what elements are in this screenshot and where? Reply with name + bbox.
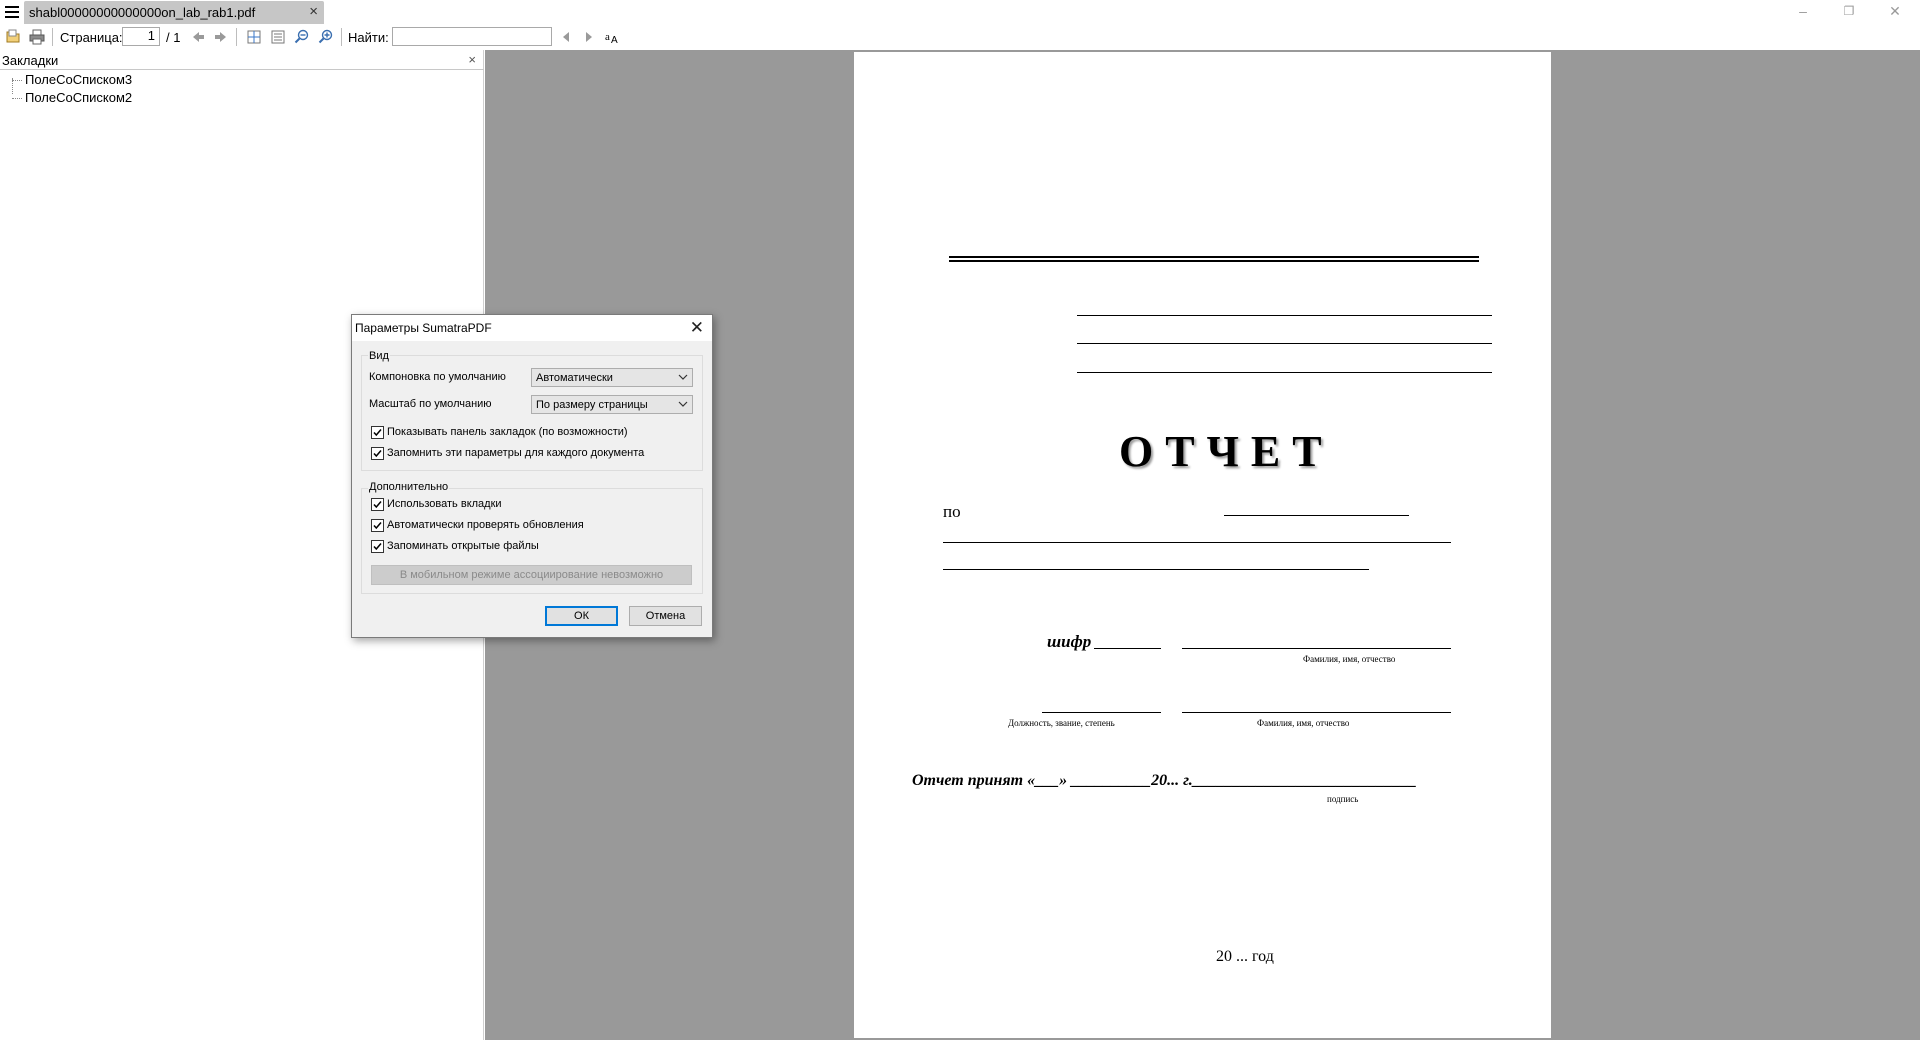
document-year: 20 ... год — [1216, 948, 1274, 965]
check-icon — [373, 501, 382, 509]
svg-text:a: a — [605, 31, 610, 43]
zoom-select[interactable]: По размеру страницы — [531, 395, 693, 414]
check-icon — [373, 429, 382, 437]
toolbar-separator — [236, 28, 237, 46]
file-association-button: В мобильном режиме ассоциирование невозм… — [371, 565, 692, 585]
dialog-title: Параметры SumatraPDF — [355, 321, 492, 335]
restore-button[interactable]: ❐ — [1826, 0, 1872, 22]
chevron-down-icon — [678, 401, 688, 407]
check-icon — [373, 543, 382, 551]
document-page: ОТЧЕТ по шифр Фамилия, имя, отчество Дол… — [854, 52, 1551, 1038]
blank-line — [1224, 515, 1409, 516]
layout-label: Компоновка по умолчанию — [369, 371, 506, 383]
dolzhnost-caption: Должность, звание, степень — [1008, 718, 1115, 728]
find-input[interactable] — [392, 27, 552, 46]
close-window-button[interactable]: ✕ — [1872, 0, 1918, 22]
sidebar-header: Закладки × — [0, 50, 484, 70]
title-bar: shabl00000000000000on_lab_rab1.pdf × – ❐… — [0, 0, 1920, 24]
cancel-button[interactable]: Отмена — [629, 606, 702, 626]
minimize-button[interactable]: – — [1780, 0, 1826, 22]
checkbox-checked[interactable] — [371, 519, 384, 532]
checkbox-checked[interactable] — [371, 426, 384, 439]
po-text: по — [943, 502, 961, 521]
dialog-close-icon[interactable]: ✕ — [690, 318, 704, 338]
check-icon — [373, 522, 382, 530]
bookmark-label: ПолеСоСписком2 — [25, 90, 133, 105]
toolbar-separator — [341, 28, 342, 46]
check-updates-label: Автоматически проверять обновления — [387, 519, 584, 531]
find-prev-icon[interactable] — [557, 28, 575, 46]
open-file-icon[interactable] — [4, 28, 22, 46]
view-group-label: Вид — [368, 350, 390, 362]
next-page-icon[interactable] — [212, 28, 230, 46]
fit-page-icon[interactable] — [245, 28, 263, 46]
check-icon — [373, 450, 382, 458]
prev-page-icon[interactable] — [189, 28, 207, 46]
zoom-out-icon[interactable] — [293, 28, 311, 46]
checkbox-checked[interactable] — [371, 498, 384, 511]
page-label: Страница: — [60, 30, 123, 45]
fit-width-icon[interactable] — [269, 28, 287, 46]
find-next-icon[interactable] — [580, 28, 598, 46]
print-icon[interactable] — [28, 28, 46, 46]
blank-line — [1077, 315, 1492, 316]
checkbox-checked[interactable] — [371, 540, 384, 553]
menu-icon[interactable] — [4, 4, 20, 20]
blank-line — [943, 569, 1369, 570]
toolbar: Страница: 1 / 1 Найти: aA — [0, 24, 1920, 50]
double-rule — [949, 260, 1479, 262]
blank-line — [1042, 712, 1161, 713]
ok-button[interactable]: ОК — [545, 606, 618, 626]
accepted-line: Отчет принят «___» __________20... г.___… — [912, 772, 1417, 789]
advanced-group-label: Дополнительно — [368, 481, 450, 493]
show-bookmarks-label: Показывать панель закладок (по возможнос… — [387, 426, 628, 438]
signature-caption: подпись — [1327, 794, 1359, 804]
match-case-icon[interactable]: aA — [604, 28, 622, 46]
remember-params-label: Запомнить эти параметры для каждого доку… — [387, 447, 645, 459]
options-dialog: Параметры SumatraPDF ✕ Вид Компоновка по… — [351, 314, 713, 638]
page-total: / 1 — [166, 30, 181, 45]
sidebar-title: Закладки — [2, 53, 59, 68]
shifr-text: шифр — [1047, 632, 1092, 651]
blank-line — [943, 542, 1451, 543]
find-label: Найти: — [348, 30, 389, 45]
page-number-input[interactable]: 1 — [122, 27, 160, 46]
remember-files-label: Запоминать открытые файлы — [387, 540, 539, 552]
chevron-down-icon — [678, 374, 688, 380]
bookmark-label: ПолеСоСписком3 — [25, 72, 133, 87]
double-rule — [949, 256, 1479, 258]
document-title: ОТЧЕТ — [1119, 427, 1334, 476]
layout-select[interactable]: Автоматически — [531, 368, 693, 387]
dialog-titlebar: Параметры SumatraPDF ✕ — [352, 315, 712, 341]
fio-caption: Фамилия, имя, отчество — [1257, 718, 1350, 728]
blank-line — [1094, 648, 1161, 649]
toolbar-separator — [52, 28, 53, 46]
tree-connector — [12, 98, 22, 99]
tree-connector — [12, 80, 22, 81]
use-tabs-label: Использовать вкладки — [387, 498, 502, 510]
zoom-label: Масштаб по умолчанию — [369, 398, 492, 410]
sidebar-close-icon[interactable]: × — [468, 52, 476, 67]
fio-caption: Фамилия, имя, отчество — [1303, 654, 1396, 664]
tab-title: shabl00000000000000on_lab_rab1.pdf — [29, 5, 256, 20]
blank-line — [1077, 372, 1492, 373]
zoom-in-icon[interactable] — [317, 28, 335, 46]
document-tab[interactable]: shabl00000000000000on_lab_rab1.pdf × — [24, 1, 324, 24]
tab-close-icon[interactable]: × — [309, 3, 318, 20]
blank-line — [1182, 712, 1451, 713]
bookmark-item[interactable]: ПолеСоСписком3 — [12, 72, 132, 89]
layout-select-value: Автоматически — [536, 372, 613, 384]
blank-line — [1077, 343, 1492, 344]
blank-line — [1182, 648, 1451, 649]
bookmark-item[interactable]: ПолеСоСписком2 — [12, 90, 132, 107]
checkbox-checked[interactable] — [371, 447, 384, 460]
zoom-select-value: По размеру страницы — [536, 399, 648, 411]
svg-text:A: A — [611, 35, 618, 45]
